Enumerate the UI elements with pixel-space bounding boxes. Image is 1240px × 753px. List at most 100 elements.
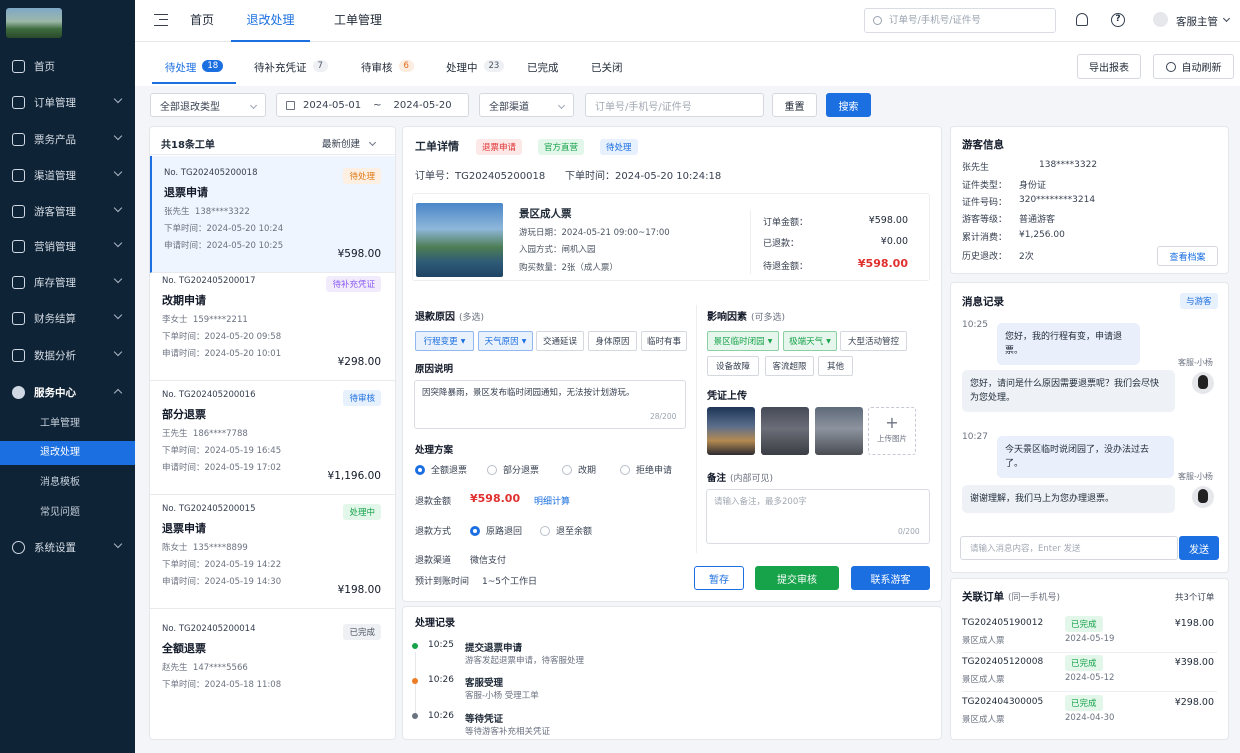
remark-textarea[interactable]: 请输入备注，最多200字 [706,489,930,544]
plan-option-full[interactable]: 全额退票 [415,463,467,476]
sidebar-item-channels[interactable]: 渠道管理 [0,160,135,190]
timeline-line [415,652,416,716]
help-icon[interactable]: ? [1111,13,1125,27]
table-row[interactable]: TG202405120008 景区成人票 已完成 2024-05-12 ¥398… [962,652,1217,692]
sidebar-item-home[interactable]: 首页 [0,51,135,81]
product-image [416,203,503,277]
save-draft-button[interactable]: 暂存 [694,566,744,590]
radio-icon [487,464,497,475]
sidebar-item-marketing[interactable]: 营销管理 [0,231,135,261]
top-nav-home[interactable]: 首页 [190,0,214,42]
date-range-picker[interactable]: 2024-05-01 ~2024-05-20 [276,93,469,117]
list-item[interactable]: No. TG202405200014 已完成 全额退票 赵先生 147****5… [150,612,395,702]
reset-button[interactable]: 重置 [772,93,817,117]
reason-chip[interactable]: 身体原因 [588,331,637,351]
bell-icon[interactable] [1076,13,1088,26]
spend: ¥1,256.00 [1019,230,1065,240]
search-button[interactable]: 搜索 [826,93,871,117]
tab-closed[interactable]: 已关闭 [591,52,623,84]
message-sender: 客服-小杨 [1178,358,1213,367]
sidebar-item-orders[interactable]: 订单管理 [0,87,135,117]
impact-chip[interactable]: 景区临时闭园 ▼ [707,331,779,351]
level: 普通游客 [1019,215,1056,225]
message-input[interactable]: 请输入消息内容，Enter 发送 [960,536,1178,560]
status-badge: 已完成 [1065,655,1103,671]
tab-processing[interactable]: 处理中 23 [446,52,505,84]
sidebar-item-inventory[interactable]: 库存管理 [0,267,135,297]
order-amount-label: 订单金额： [763,218,809,228]
list-item[interactable]: No. TG202405200018 待处理 退票申请 张先生 138****3… [150,156,395,273]
export-report-button[interactable]: 导出报表 [1077,54,1141,79]
user-avatar[interactable] [1153,12,1168,27]
menu-toggle-icon[interactable] [154,14,168,26]
impact-chip[interactable]: 客流超限 [765,356,814,376]
agent-avatar [1192,372,1214,394]
impact-chip[interactable]: 大型活动管控 [840,331,907,351]
sidebar-sub-workorder[interactable]: 工单管理 [0,412,135,436]
sidebar-item-settings[interactable]: 系统设置 [0,532,135,562]
impact-chip[interactable]: 其他 [818,356,853,376]
evidence-thumbnail[interactable] [761,407,809,455]
sidebar-item-service[interactable]: 服务中心 [0,377,135,407]
evidence-thumbnail[interactable] [707,407,755,455]
status-badge: 待补充凭证 [326,276,381,292]
reason-chip[interactable]: 行程变更 ▼ [415,331,474,351]
send-button[interactable]: 发送 [1179,536,1219,560]
plan-option-partial[interactable]: 部分退票 [487,463,539,476]
status-badge: 已完成 [1065,695,1103,711]
sidebar-sub-refund[interactable]: 退改处理 [0,441,135,465]
auto-refresh-button[interactable]: 自动刷新 [1153,54,1234,79]
sidebar-item-tickets[interactable]: 票务产品 [0,124,135,154]
pending-label: 待退金额： [763,262,809,272]
table-row[interactable]: TG202404300005 景区成人票 已完成 2024-04-30 ¥298… [962,692,1217,732]
sort-select[interactable]: 最新创建 [322,136,377,150]
search-icon [873,16,882,25]
radio-icon [620,464,630,475]
id-type-label: 证件类型： [962,181,1008,191]
impact-chip[interactable]: 极端天气 ▼ [783,331,837,351]
agent-avatar [1192,486,1214,508]
plan-option-reject[interactable]: 拒绝申请 [620,463,672,476]
upload-image-button[interactable]: + 上传图片 [868,407,916,455]
tab-review[interactable]: 待审核 6 [361,52,414,84]
tab-pending[interactable]: 待处理 18 [152,52,236,84]
status-badge: 处理中 [343,504,381,520]
reason-description-textarea[interactable]: 因突降暴雨，景区发布临时闭园通知，无法按计划游玩。 [414,380,686,429]
sidebar-sub-templates[interactable]: 消息模板 [0,471,135,495]
top-nav-refund[interactable]: 退改处理 [231,0,310,42]
user-name[interactable]: 客服主管 [1176,14,1218,29]
contact-visitor-button[interactable]: 联系游客 [851,566,930,590]
id-no-label: 证件号码： [962,198,1008,208]
reason-chip[interactable]: 天气原因 ▼ [478,331,533,351]
submit-review-button[interactable]: 提交审核 [755,566,839,590]
remark-char-count: 0/200 [898,527,920,536]
product-name: 景区成人票 [519,208,572,220]
refund-type-select[interactable]: 全部退改类型 [150,93,266,117]
sidebar-item-finance[interactable]: 财务结算 [0,303,135,333]
tab-completed[interactable]: 已完成 [527,52,559,84]
message-target-badge[interactable]: 与游客 [1180,293,1218,309]
reason-chip[interactable]: 临时有事 [641,331,687,351]
method-balance[interactable]: 退至余额 [540,524,592,537]
list-item[interactable]: No. TG202405200015 处理中 退票申请 陈女士 135****8… [150,492,395,609]
list-item[interactable]: No. TG202405200017 待补充凭证 改期申请 李女士 159***… [150,264,395,381]
impact-chip[interactable]: 设备故障 [707,356,759,376]
sidebar-item-visitors[interactable]: 游客管理 [0,196,135,226]
keyword-input[interactable]: 订单号/手机号/证件号 [585,93,764,117]
tab-need-evidence[interactable]: 待补充凭证 7 [254,52,328,84]
calc-detail-link[interactable]: 明细计算 [534,494,570,507]
reason-chip[interactable]: 交通延误 [536,331,584,351]
sidebar-sub-faq[interactable]: 常见问题 [0,501,135,525]
top-nav-workorder[interactable]: 工单管理 [334,0,382,42]
method-original[interactable]: 原路退回 [470,524,522,537]
global-search-input[interactable]: 订单号/手机号/证件号 [864,8,1056,33]
table-row[interactable]: TG202405190012 景区成人票 已完成 2024-05-19 ¥198… [962,613,1217,653]
channel-select[interactable]: 全部渠道 [479,93,574,117]
evidence-thumbnail[interactable] [815,407,863,455]
orders-icon [12,95,25,109]
plan-option-reschedule[interactable]: 改期 [562,463,596,476]
view-archive-button[interactable]: 查看档案 [1157,246,1218,266]
home-icon [12,59,25,73]
list-item[interactable]: No. TG202405200016 待审核 部分退票 王先生 186****7… [150,378,395,495]
sidebar-item-analytics[interactable]: 数据分析 [0,340,135,370]
